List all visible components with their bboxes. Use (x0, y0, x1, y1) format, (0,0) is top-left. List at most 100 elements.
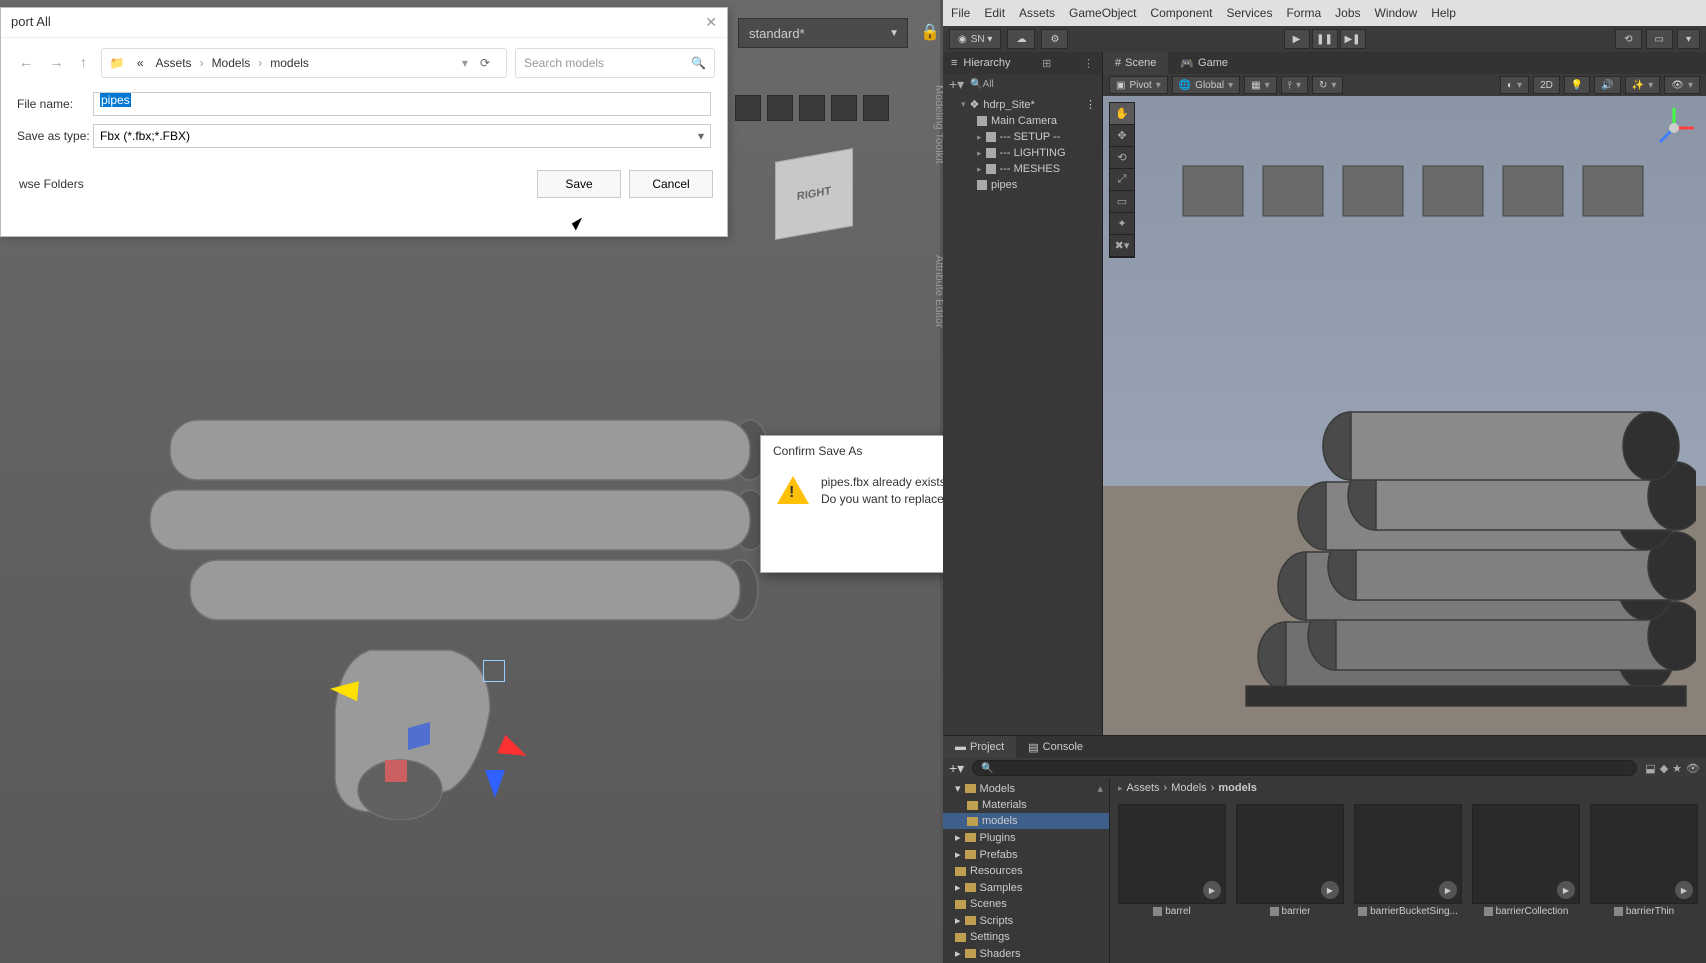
project-search-input[interactable]: 🔍 (972, 760, 1637, 776)
asset-barrierbucket[interactable]: ▶ barrierBucketSing... (1354, 804, 1462, 957)
filter-by-label-icon[interactable]: ◆ (1660, 762, 1668, 775)
gizmo-z-axis[interactable] (329, 679, 359, 701)
back-icon[interactable]: ← (19, 54, 33, 70)
asset-barriercollection[interactable]: ▶ barrierCollection (1472, 804, 1580, 957)
tree-plugins[interactable]: ▸Plugins (943, 829, 1109, 846)
viewcube-face[interactable]: RIGHT (775, 148, 853, 240)
menu-component[interactable]: Component (1150, 6, 1212, 20)
gizmo-y-axis[interactable] (485, 770, 505, 798)
gizmo-plane-yz[interactable] (385, 760, 407, 782)
2d-toggle[interactable]: 2D (1533, 76, 1560, 94)
menu-jobs[interactable]: Jobs (1335, 6, 1360, 20)
tree-scenes[interactable]: Scenes (943, 896, 1109, 912)
pbc-models[interactable]: Models (1171, 782, 1206, 794)
tree-models2[interactable]: models (943, 813, 1109, 829)
save-type-select[interactable]: Fbx (*.fbx;*.FBX) (93, 124, 711, 148)
project-tab[interactable]: ▬Project (943, 736, 1016, 758)
move-tool-icon[interactable]: ✥ (1110, 125, 1134, 147)
asset-barrel[interactable]: ▶ barrel (1118, 804, 1226, 957)
scene-pipes[interactable] (1166, 376, 1696, 736)
menu-file[interactable]: File (951, 6, 970, 20)
forward-icon[interactable]: → (49, 54, 63, 70)
undo-history-icon[interactable]: ⟲ (1615, 29, 1641, 49)
menu-gameobject[interactable]: GameObject (1069, 6, 1136, 20)
tree-settings[interactable]: Settings (943, 929, 1109, 945)
snap-increment-icon[interactable]: ⫯ (1281, 76, 1308, 94)
project-breadcrumb[interactable]: ▸Assets ›Models ›models (1110, 778, 1706, 798)
filter-by-type-icon[interactable]: ⬓ (1645, 762, 1655, 775)
create-icon[interactable]: ⊞ (1042, 57, 1051, 70)
scale-tool-icon[interactable]: ⤢ (1110, 169, 1134, 191)
shelf-btn-3[interactable] (799, 95, 825, 121)
tree-resources[interactable]: Resources (943, 863, 1109, 879)
menu-forma[interactable]: Forma (1286, 6, 1321, 20)
game-tab[interactable]: 🎮Game (1168, 52, 1240, 74)
hier-camera[interactable]: Main Camera (943, 113, 1102, 129)
transform-tool-icon[interactable]: ✦ (1110, 213, 1134, 235)
menu-window[interactable]: Window (1375, 6, 1418, 20)
asset-grid[interactable]: ▶ barrel ▶ barrier ▶ barrierBucketSing..… (1110, 798, 1706, 963)
shelf-btn-5[interactable] (863, 95, 889, 121)
step-button[interactable]: ▶❚ (1340, 29, 1366, 49)
viewcube[interactable]: RIGHT (775, 155, 865, 265)
workspace-selector[interactable]: standard* (738, 18, 908, 48)
global-dropdown[interactable]: 🌐Global (1172, 76, 1240, 94)
shelf-btn-1[interactable] (735, 95, 761, 121)
pbc-models2[interactable]: models (1218, 782, 1257, 794)
bc-assets[interactable]: Assets (152, 56, 196, 70)
asset-barrierthin[interactable]: ▶ barrierThin (1590, 804, 1698, 957)
cloud-icon[interactable]: ☁ (1007, 29, 1035, 49)
hand-tool-icon[interactable]: ✋ (1110, 103, 1134, 125)
lock-icon[interactable]: 🔒 (920, 22, 940, 42)
bc-models[interactable]: Models (208, 56, 255, 70)
rotate-tool-icon[interactable]: ⟲ (1110, 147, 1134, 169)
menu-edit[interactable]: Edit (984, 6, 1005, 20)
hier-setup[interactable]: ▸--- SETUP -- (943, 129, 1102, 145)
bc-dropdown-icon[interactable]: ▾ (462, 56, 468, 70)
gizmo-x-axis[interactable] (497, 735, 531, 765)
grid-snap-icon[interactable]: ▦ (1244, 76, 1276, 94)
gizmo-plane-xz[interactable] (408, 722, 430, 750)
create-asset-icon[interactable]: +▾ (949, 760, 964, 777)
shelf-btn-2[interactable] (767, 95, 793, 121)
pivot-dropdown[interactable]: ▣Pivot (1109, 76, 1168, 94)
play-button[interactable]: ▶ (1284, 29, 1310, 49)
project-folder-tree[interactable]: ▾Models▴ Materials models ▸Plugins ▸Pref… (943, 778, 1110, 963)
add-icon[interactable]: +▾ (949, 76, 964, 93)
hier-lighting[interactable]: ▸--- LIGHTING (943, 145, 1102, 161)
tree-prefabs[interactable]: ▸Prefabs (943, 846, 1109, 863)
close-icon[interactable]: ✕ (705, 14, 717, 31)
lighting-toggle-icon[interactable]: 💡 (1564, 76, 1590, 94)
settings-icon[interactable]: ⚙ (1041, 29, 1068, 49)
menu-services[interactable]: Services (1226, 6, 1272, 20)
panel-menu-icon[interactable]: ⋮ (1083, 57, 1094, 70)
hierarchy-tab[interactable]: ≡Hierarchy⊞⋮ (943, 52, 1102, 74)
menu-assets[interactable]: Assets (1019, 6, 1055, 20)
layers-icon[interactable]: ▭ (1646, 29, 1673, 49)
breadcrumb-bar[interactable]: 📁 « Assets› Models› models ▾ ⟳ (101, 48, 507, 78)
pbc-assets[interactable]: Assets (1127, 782, 1160, 794)
layout-icon[interactable]: ▾ (1677, 29, 1700, 49)
hidden-toggle-icon[interactable]: 👁 (1664, 76, 1700, 94)
gizmo-center[interactable] (483, 660, 505, 682)
audio-toggle-icon[interactable]: 🔊 (1594, 76, 1620, 94)
play-preview-icon[interactable]: ▶ (1321, 881, 1339, 899)
hidden-packages-icon[interactable]: 👁 (1686, 762, 1700, 775)
scene-menu-icon[interactable]: ⋮ (1085, 98, 1096, 111)
play-preview-icon[interactable]: ▶ (1203, 881, 1221, 899)
asset-barrier[interactable]: ▶ barrier (1236, 804, 1344, 957)
hier-scene[interactable]: ▾❖hdrp_Site*⋮ (943, 96, 1102, 113)
up-icon[interactable]: ↑ (80, 54, 87, 70)
tree-materials[interactable]: Materials (943, 797, 1109, 813)
play-preview-icon[interactable]: ▶ (1557, 881, 1575, 899)
browse-folders-link[interactable]: wse Folders (15, 177, 84, 191)
hierarchy-filter[interactable]: All (983, 79, 994, 90)
play-preview-icon[interactable]: ▶ (1439, 881, 1457, 899)
search-models-input[interactable]: Search models 🔍 (515, 48, 715, 78)
tree-scripts[interactable]: ▸Scripts (943, 912, 1109, 929)
hier-meshes[interactable]: ▸--- MESHES (943, 161, 1102, 177)
cancel-button[interactable]: Cancel (629, 170, 713, 198)
draw-mode-icon[interactable]: ◐ (1500, 76, 1529, 94)
pause-button[interactable]: ❚❚ (1312, 29, 1338, 49)
console-tab[interactable]: ▤Console (1016, 736, 1095, 758)
